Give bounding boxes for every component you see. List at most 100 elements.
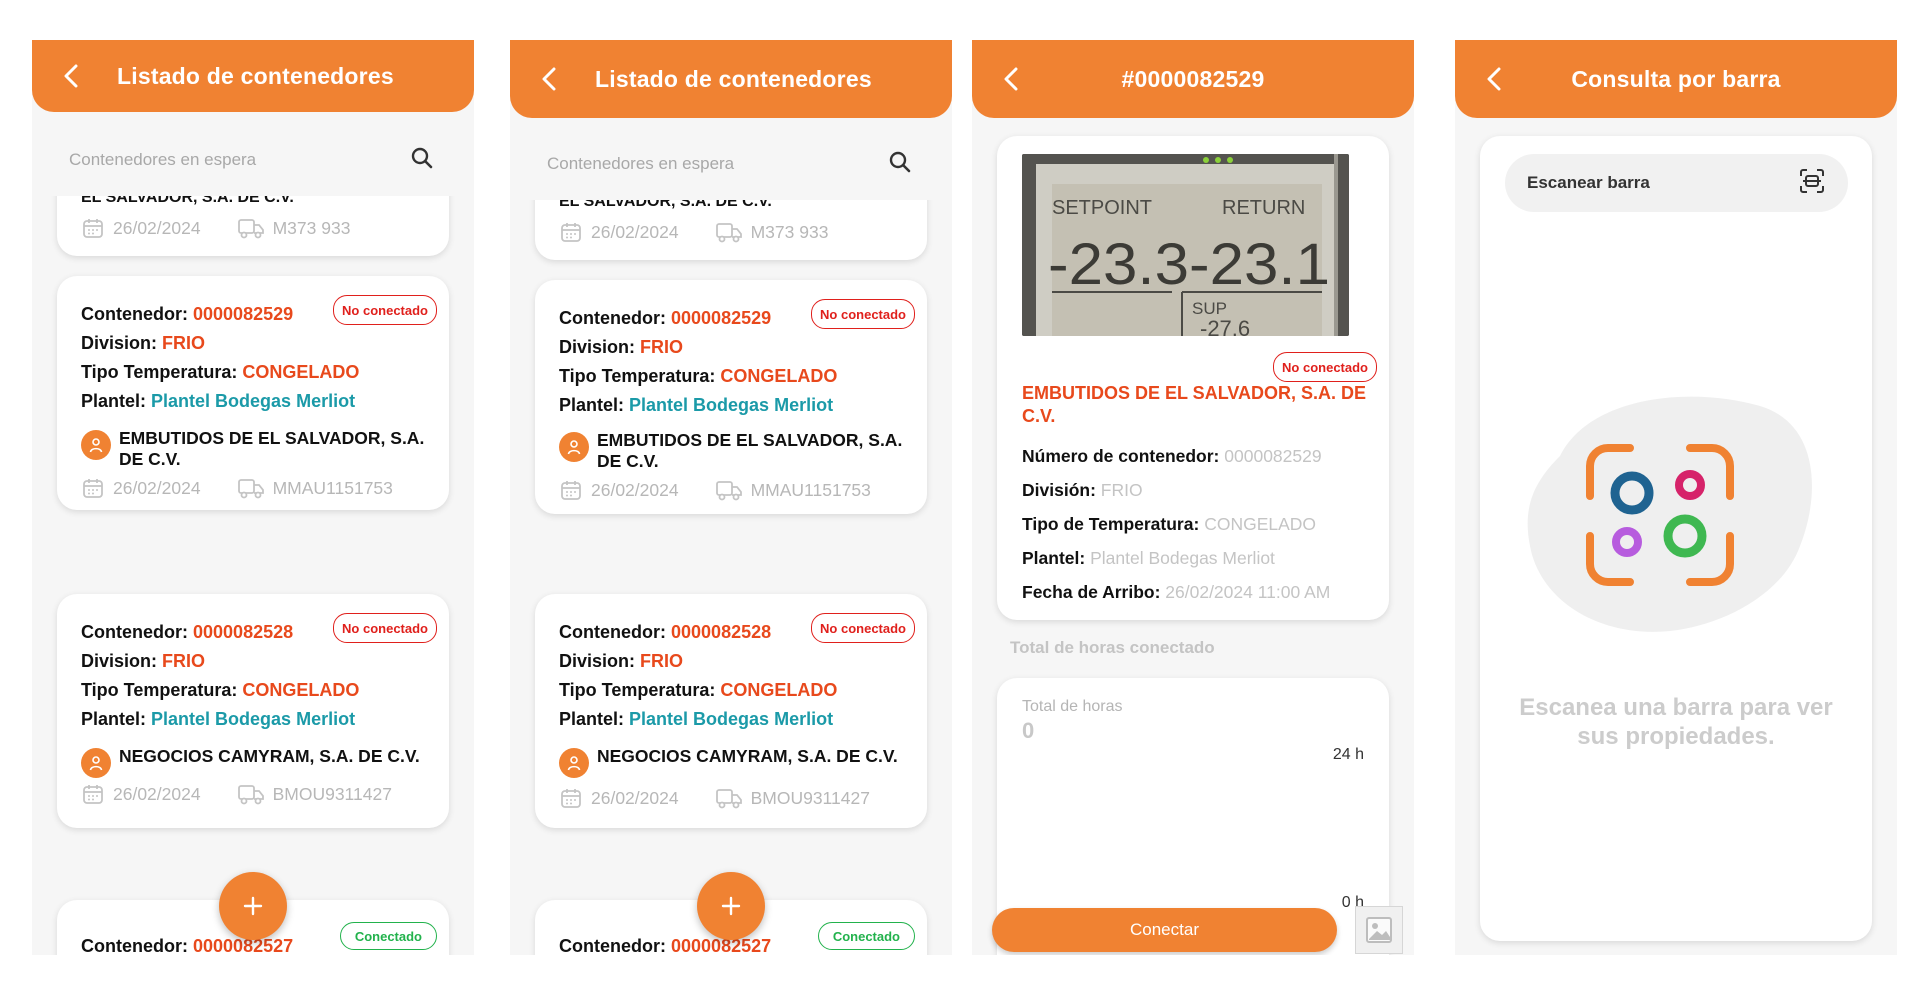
container-card[interactable]: No conectado Contenedor: 0000082528 Divi… xyxy=(57,594,449,828)
container-card[interactable]: No conectado Contenedor: 0000082529 Divi… xyxy=(535,280,927,514)
container-row: Contenedor: 0000082529 xyxy=(81,304,294,324)
plantel-row: Plantel: Plantel Bodegas Merliot xyxy=(559,395,834,415)
client-name-partial: EL SALVADOR, S.A. DE C.V. xyxy=(81,196,294,206)
add-button[interactable] xyxy=(697,872,765,940)
division-row: Division: FRIO xyxy=(559,651,684,671)
field-division: División: FRIO xyxy=(1022,480,1143,500)
container-number: 0000082527 xyxy=(193,936,294,955)
temperature-row: Tipo Temperatura: CONGELADO xyxy=(81,680,360,700)
plus-icon xyxy=(721,896,741,916)
photo-setpoint-label: SETPOINT xyxy=(1052,197,1152,219)
field-container-number: Número de contenedor: 0000082529 xyxy=(1022,446,1322,466)
axis-max-label: 24 h xyxy=(1332,746,1364,763)
status-badge: No conectado xyxy=(1273,352,1377,382)
back-arrow-icon[interactable] xyxy=(536,66,562,92)
container-card-partial[interactable]: EL SALVADOR, S.A. DE C.V. 26/02/2024 M37… xyxy=(57,196,449,256)
container-number: 0000082529 xyxy=(193,304,294,324)
back-arrow-icon[interactable] xyxy=(998,66,1024,92)
container-row: Contenedor: 0000082528 xyxy=(559,622,772,642)
truck-icon xyxy=(237,479,264,499)
scan-placeholder[interactable]: Escanear barra xyxy=(1527,173,1798,193)
calendar-icon xyxy=(83,479,103,498)
client-row: NEGOCIOS CAMYRAM, S.A. DE C.V. xyxy=(559,746,907,778)
truck-icon xyxy=(237,219,264,239)
scan-illustration xyxy=(1527,396,1812,632)
plantel-value: Plantel Bodegas Merliot xyxy=(151,391,356,411)
scan-card: Escanear barra Escanea una barra para ve… xyxy=(1480,136,1872,941)
container-number: 0000082528 xyxy=(193,622,294,642)
card-date: 26/02/2024 xyxy=(113,783,201,804)
image-upload-button[interactable] xyxy=(1355,906,1403,954)
container-card[interactable]: No conectado Contenedor: 0000082528 Divi… xyxy=(535,594,927,828)
search-placeholder[interactable]: Contenedores en espera xyxy=(547,154,888,174)
container-photo[interactable]: SETPOINT RETURN -23.3-23.1 SUP -27.6 xyxy=(1022,154,1349,336)
screen-barcode-query: Consulta por barra Escanear barra Escane… xyxy=(1455,40,1897,955)
truck-icon xyxy=(715,223,742,243)
client-name: NEGOCIOS CAMYRAM, S.A. DE C.V. xyxy=(119,746,420,766)
client-name: EMBUTIDOS DE EL SALVADOR, S.A. DE C.V. xyxy=(597,430,903,471)
container-card[interactable]: No conectado Contenedor: 0000082529 Divi… xyxy=(57,276,449,510)
card-meta: 26/02/2024 BMOU9311427 xyxy=(559,786,906,810)
card-date: 26/02/2024 xyxy=(113,217,201,238)
scan-icon[interactable] xyxy=(1798,167,1826,200)
page-title: #0000082529 xyxy=(1121,65,1265,92)
client-row: EMBUTIDOS DE EL SALVADOR, S.A. DE C.V. xyxy=(81,428,429,470)
card-plate: M373 933 xyxy=(750,221,829,242)
back-arrow-icon[interactable] xyxy=(1481,66,1507,92)
card-plate: M373 933 xyxy=(272,217,351,238)
temperature-value: CONGELADO xyxy=(720,680,838,700)
client-name-partial: EL SALVADOR, S.A. DE C.V. xyxy=(559,200,772,210)
calendar-icon xyxy=(561,223,581,242)
division-row: Division: FRIO xyxy=(81,651,206,671)
search-bar[interactable]: Contenedores en espera xyxy=(32,124,474,196)
photo-small-reading: -27.6 xyxy=(1200,316,1250,336)
status-badge: No conectado xyxy=(333,295,437,325)
connect-button[interactable]: Conectar xyxy=(992,908,1337,952)
container-number: 0000082529 xyxy=(671,308,772,328)
app-header: #0000082529 xyxy=(972,40,1414,118)
plantel-row: Plantel: Plantel Bodegas Merliot xyxy=(559,709,834,729)
calendar-icon xyxy=(83,785,103,804)
container-number: 0000082527 xyxy=(671,936,772,955)
division-value: FRIO xyxy=(640,337,684,357)
screenshot-canvas: Listado de contenedores Contenedores en … xyxy=(0,0,1920,996)
add-button[interactable] xyxy=(219,872,287,940)
truck-icon xyxy=(237,785,264,805)
search-icon[interactable] xyxy=(410,146,434,175)
plus-icon xyxy=(243,896,263,916)
client-name: EMBUTIDOS DE EL SALVADOR, S.A. DE C.V. xyxy=(119,428,425,469)
card-meta: 26/02/2024 MMAU1151753 xyxy=(81,476,429,500)
status-badge: Conectado xyxy=(339,922,437,950)
temperature-row: Tipo Temperatura: CONGELADO xyxy=(559,680,838,700)
back-arrow-icon[interactable] xyxy=(58,63,84,89)
search-bar[interactable]: Contenedores en espera xyxy=(510,128,952,200)
user-icon xyxy=(81,430,111,460)
client-name: NEGOCIOS CAMYRAM, S.A. DE C.V. xyxy=(597,746,898,766)
temperature-value: CONGELADO xyxy=(242,680,360,700)
temperature-value: CONGELADO xyxy=(720,366,838,386)
card-meta: 26/02/2024 M373 933 xyxy=(81,216,386,240)
user-icon xyxy=(81,748,111,778)
truck-icon xyxy=(715,789,742,809)
search-placeholder[interactable]: Contenedores en espera xyxy=(69,150,410,170)
page-title: Consulta por barra xyxy=(1571,65,1781,92)
truck-icon xyxy=(715,481,742,501)
page-title: Listado de contenedores xyxy=(117,62,394,89)
plantel-row: Plantel: Plantel Bodegas Merliot xyxy=(81,391,356,411)
client-row: NEGOCIOS CAMYRAM, S.A. DE C.V. xyxy=(81,746,429,778)
calendar-icon xyxy=(561,481,581,500)
search-icon[interactable] xyxy=(888,150,912,179)
division-row: Division: FRIO xyxy=(559,337,684,357)
card-date: 26/02/2024 xyxy=(591,479,679,500)
scan-input[interactable]: Escanear barra xyxy=(1505,154,1848,212)
container-card-partial[interactable]: EL SALVADOR, S.A. DE C.V. 26/02/2024 M37… xyxy=(535,200,927,260)
hours-label: Total de horas xyxy=(1022,698,1123,715)
division-value: FRIO xyxy=(162,651,206,671)
calendar-icon xyxy=(83,219,103,238)
user-icon xyxy=(559,432,589,462)
calendar-icon xyxy=(561,789,581,808)
field-plantel: Plantel: Plantel Bodegas Merliot xyxy=(1022,548,1275,568)
status-badge: No conectado xyxy=(811,299,915,329)
card-date: 26/02/2024 xyxy=(591,787,679,808)
screen-container-detail: #0000082529 SETPOINT RETURN -23.3-23.1 S… xyxy=(972,40,1414,955)
